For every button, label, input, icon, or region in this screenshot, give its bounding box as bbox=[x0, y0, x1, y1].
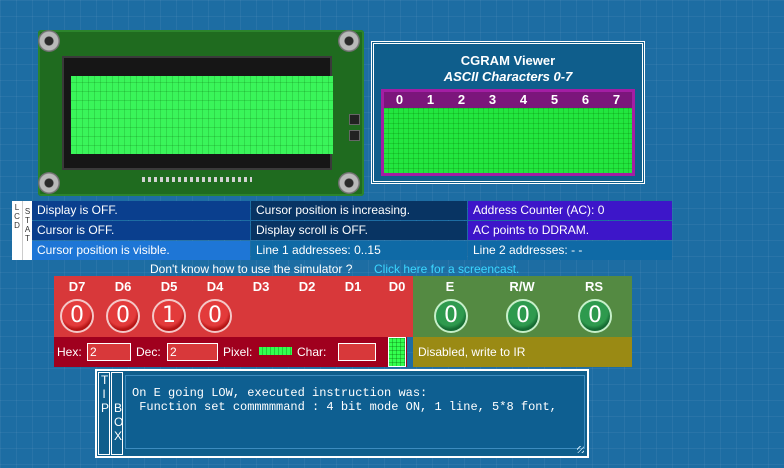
pin-toggle-e[interactable]: 0 bbox=[434, 299, 468, 333]
lcd-vertical-label: LCD bbox=[12, 201, 22, 260]
pin-toggle-d6[interactable]: 0 bbox=[106, 299, 140, 333]
pin-label-d3: D3 bbox=[252, 279, 270, 294]
cgram-viewer: CGRAM Viewer ASCII Characters 0-7 0 1 2 … bbox=[371, 41, 645, 184]
cgram-index: 0 bbox=[395, 92, 404, 107]
pin-label-d7: D7 bbox=[68, 279, 86, 294]
cgram-subtitle: ASCII Characters 0-7 bbox=[443, 69, 573, 84]
cgram-index: 2 bbox=[457, 92, 466, 107]
pin-label-d1: D1 bbox=[344, 279, 362, 294]
lcd-label-text: LCD bbox=[14, 203, 20, 230]
pin-toggle-d4[interactable]: 0 bbox=[198, 299, 232, 333]
dec-input[interactable]: 2 bbox=[167, 343, 218, 361]
mount-hole-icon bbox=[338, 172, 360, 194]
cgram-index: 4 bbox=[519, 92, 528, 107]
hex-label: Hex: bbox=[57, 345, 82, 359]
char-input[interactable] bbox=[338, 343, 376, 361]
status-display-scroll: Display scroll is OFF. bbox=[251, 221, 467, 240]
pin-toggle-rw[interactable]: 0 bbox=[506, 299, 540, 333]
control-pins-panel: E R/W RS 0 0 0 bbox=[413, 276, 632, 337]
tip-box: TIP BOX On E going LOW, executed instruc… bbox=[95, 369, 589, 458]
pixel-preview bbox=[259, 347, 292, 355]
status-cursor-direction: Cursor position is increasing. bbox=[251, 201, 467, 220]
pin-label-d2: D2 bbox=[298, 279, 316, 294]
tip-label-text: TIP bbox=[101, 373, 110, 415]
status-cursor: Cursor is OFF. bbox=[32, 221, 250, 240]
box-label-text: BOX bbox=[114, 401, 124, 443]
char-pixel-preview bbox=[388, 337, 406, 367]
lcd-screen bbox=[71, 76, 333, 154]
cgram-index-header: 0 1 2 3 4 5 6 7 bbox=[384, 92, 632, 108]
resize-grip-icon[interactable] bbox=[577, 446, 584, 453]
mount-hole-icon bbox=[38, 30, 60, 52]
mount-hole-icon bbox=[38, 172, 60, 194]
cgram-title: CGRAM Viewer bbox=[460, 53, 556, 68]
pin-label-rs: RS bbox=[584, 279, 604, 294]
pixel-label: Pixel: bbox=[223, 345, 253, 359]
tip-message[interactable]: On E going LOW, executed instruction was… bbox=[125, 375, 585, 449]
cgram-character-cells bbox=[384, 108, 632, 173]
cgram-index: 6 bbox=[581, 92, 590, 107]
status-ac-points: AC points to DDRAM. bbox=[468, 221, 672, 240]
connector-pin-icon bbox=[349, 114, 360, 125]
pin-toggle-d7[interactable]: 0 bbox=[60, 299, 94, 333]
status-line1-addresses: Line 1 addresses: 0..15 bbox=[251, 241, 467, 260]
pin-label-rw: R/W bbox=[509, 279, 535, 294]
lcd-header-pins bbox=[142, 177, 252, 182]
stat-vertical-label: STAT bbox=[22, 201, 32, 260]
lcd-module bbox=[38, 30, 364, 196]
status-cursor-visible: Cursor position is visible. bbox=[32, 241, 250, 260]
pin-label-d4: D4 bbox=[206, 279, 224, 294]
cgram-index: 7 bbox=[612, 92, 621, 107]
connector-pin-icon bbox=[349, 130, 360, 141]
pin-label-d6: D6 bbox=[114, 279, 132, 294]
cgram-index: 1 bbox=[426, 92, 435, 107]
pin-label-e: E bbox=[445, 279, 455, 294]
ir-status: Disabled, write to IR bbox=[413, 337, 632, 367]
cgram-index: 5 bbox=[550, 92, 559, 107]
status-line2-addresses: Line 2 addresses: - - bbox=[468, 241, 672, 260]
status-display: Display is OFF. bbox=[32, 201, 250, 220]
hex-input[interactable]: 2 bbox=[87, 343, 131, 361]
data-pins-panel: D7 D6 D5 D4 D3 D2 D1 D0 0 0 1 0 bbox=[54, 276, 413, 337]
stat-label-text: STAT bbox=[24, 207, 31, 243]
char-label: Char: bbox=[297, 345, 327, 359]
status-address-counter: Address Counter (AC): 0 bbox=[468, 201, 672, 220]
help-prompt: Don't know how to use the simulator ? bbox=[150, 262, 353, 276]
mount-hole-icon bbox=[338, 30, 360, 52]
pin-label-d5: D5 bbox=[160, 279, 178, 294]
value-bar: Hex: 2 Dec: 2 Pixel: Char: bbox=[54, 337, 407, 367]
cgram-grid: 0 1 2 3 4 5 6 7 bbox=[381, 89, 635, 176]
pin-toggle-rs[interactable]: 0 bbox=[578, 299, 612, 333]
screencast-link[interactable]: Click here for a screencast. bbox=[374, 262, 519, 276]
dec-label: Dec: bbox=[136, 345, 161, 359]
box-vertical-label: BOX bbox=[111, 372, 123, 455]
cgram-index: 3 bbox=[488, 92, 497, 107]
tip-vertical-label: TIP bbox=[98, 372, 110, 455]
pin-toggle-d5[interactable]: 1 bbox=[152, 299, 186, 333]
